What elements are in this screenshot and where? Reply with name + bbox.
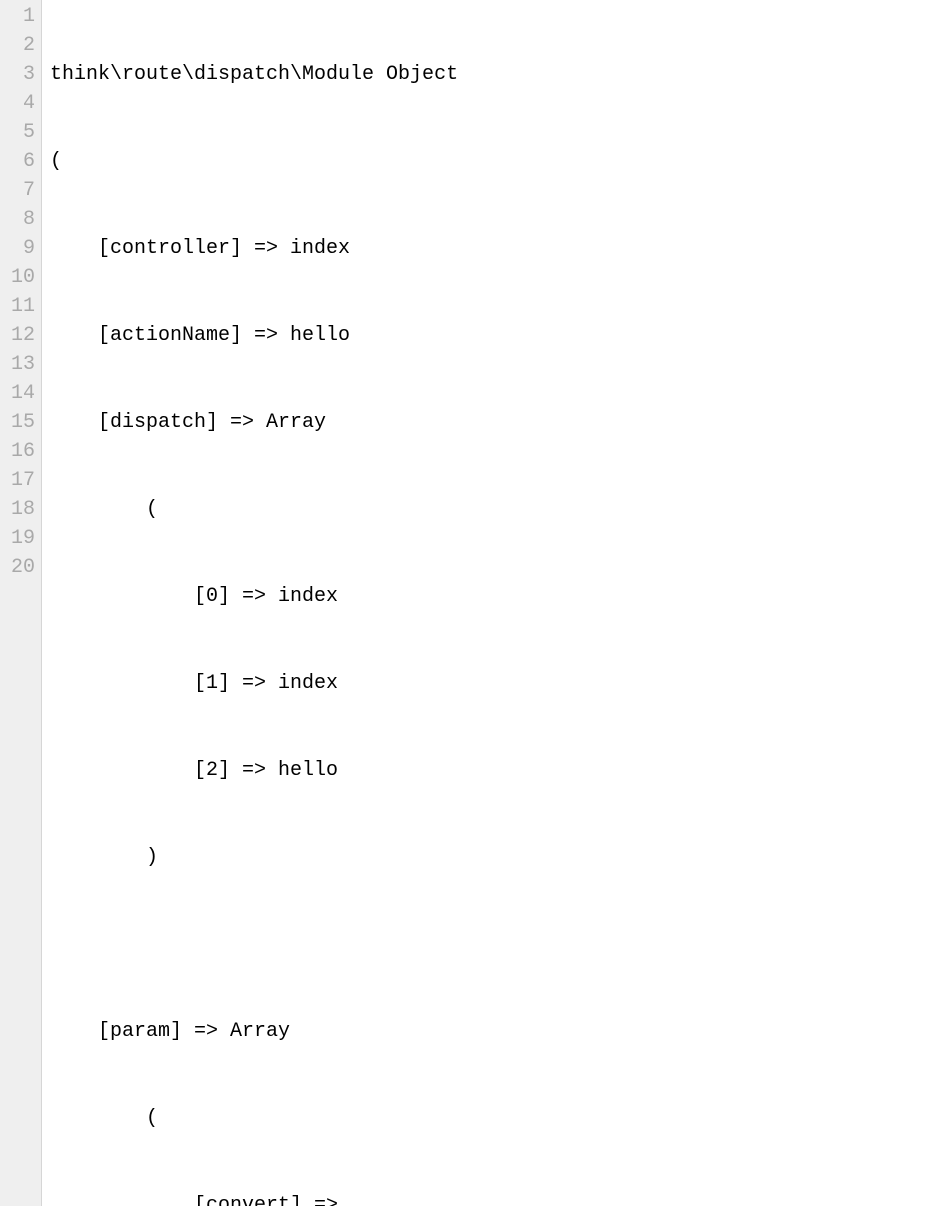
line-number: 7 [4, 176, 35, 205]
line-number: 14 [4, 379, 35, 408]
line-number-gutter: 1 2 3 4 5 6 7 8 9 10 11 12 13 14 15 16 1… [0, 0, 42, 1206]
line-number: 20 [4, 553, 35, 582]
code-line: [1] => index [50, 669, 925, 698]
line-number: 5 [4, 118, 35, 147]
code-line: ( [50, 1104, 925, 1133]
line-number: 17 [4, 466, 35, 495]
line-number: 3 [4, 60, 35, 89]
line-number: 4 [4, 89, 35, 118]
code-line: ( [50, 495, 925, 524]
line-number: 16 [4, 437, 35, 466]
line-number: 10 [4, 263, 35, 292]
code-line: [dispatch] => Array [50, 408, 925, 437]
code-line: [controller] => index [50, 234, 925, 263]
line-number: 19 [4, 524, 35, 553]
code-line: [0] => index [50, 582, 925, 611]
line-number: 11 [4, 292, 35, 321]
code-line: ( [50, 147, 925, 176]
code-line: ) [50, 843, 925, 872]
line-number: 15 [4, 408, 35, 437]
line-number: 8 [4, 205, 35, 234]
code-block: 1 2 3 4 5 6 7 8 9 10 11 12 13 14 15 16 1… [0, 0, 925, 1206]
code-line: [convert] => [50, 1191, 925, 1206]
code-line [50, 930, 925, 959]
line-number: 18 [4, 495, 35, 524]
code-line: think\route\dispatch\Module Object [50, 60, 925, 89]
code-line: [2] => hello [50, 756, 925, 785]
line-number: 9 [4, 234, 35, 263]
code-line: [actionName] => hello [50, 321, 925, 350]
line-number: 6 [4, 147, 35, 176]
line-number: 12 [4, 321, 35, 350]
line-number: 13 [4, 350, 35, 379]
line-number: 1 [4, 2, 35, 31]
code-line: [param] => Array [50, 1017, 925, 1046]
code-content: think\route\dispatch\Module Object ( [co… [42, 0, 925, 1206]
line-number: 2 [4, 31, 35, 60]
